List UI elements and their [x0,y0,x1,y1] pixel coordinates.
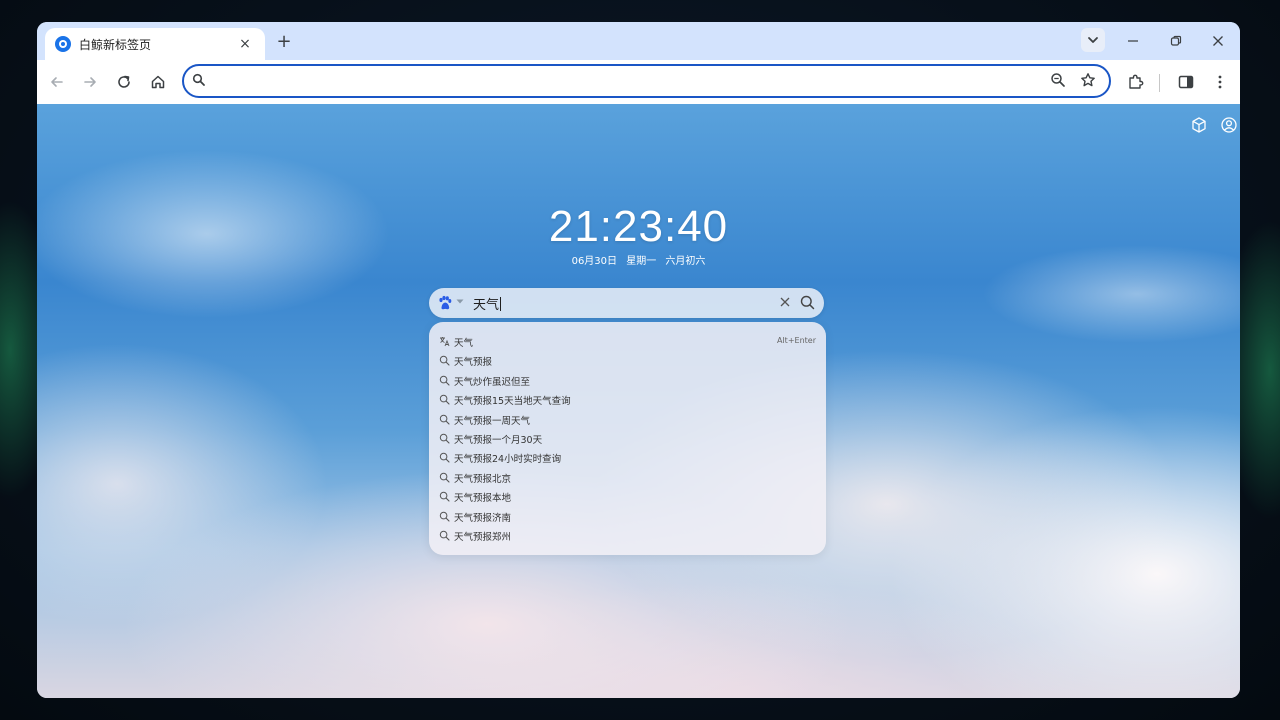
tab-title: 白鲸新标签页 [79,37,152,52]
suggestion-text: 天气预报本地 [454,493,512,505]
new-tab-button[interactable]: + [273,30,295,52]
search-icon [439,511,450,522]
suggestion-item[interactable]: 天气炒作虽迟但至 [429,372,826,390]
search-icon [439,394,450,405]
new-tab-page: 21:23:40 06月30日 星期一 六月初六 天气 天气 Alt+Enter… [37,104,1240,698]
tab-search-dropdown-button[interactable] [1081,28,1105,52]
suggestion-text: 天气预报一个月30天 [454,435,543,446]
suggestion-item[interactable]: 天气预报郑州 [429,527,826,545]
suggestion-item[interactable]: 天气预报 [429,352,826,370]
suggestion-item[interactable]: 天气预报一个月30天 [429,430,826,448]
suggestion-text: 天气预报 [454,357,493,369]
date-line: 06月30日 星期一 六月初六 [37,252,1240,267]
user-account-icon[interactable] [1220,116,1238,134]
suggestion-item[interactable]: 天气预报济南 [429,508,826,526]
search-query[interactable]: 天气 [473,294,502,313]
suggestion-item[interactable]: 天气预报24小时实时查询 [429,449,826,467]
search-query-text: 天气 [473,298,500,313]
date-weekday: 星期一 [626,256,657,267]
search-suggestions: 天气 Alt+Enter 天气预报天气炒作虽迟但至天气预报15天当地天气查询 天气预报… [429,322,826,555]
suggestion-item[interactable]: 天气预报本地 [429,488,826,506]
date-day: 06月30日 [571,256,618,267]
search-icon [439,375,450,386]
cube-icon[interactable] [1190,116,1208,134]
tab-strip: 白鲸新标签页 × + [37,22,1240,60]
search-icon [439,472,450,483]
search-icon [192,73,205,86]
toolbar-separator [1159,74,1160,92]
suggestion-text: 天气预报24小时实时查询 [454,454,562,466]
address-input[interactable] [214,70,1038,94]
baidu-paw-icon[interactable] [437,295,453,311]
extensions-button[interactable] [1122,68,1150,96]
chevron-down-icon [1088,37,1098,43]
home-icon [151,75,165,89]
close-window-button[interactable] [1203,28,1233,54]
engine-dropdown-caret-icon[interactable] [456,299,464,305]
restore-button[interactable] [1161,28,1191,54]
suggestion-item[interactable]: 天气预报北京 [429,469,826,487]
suggestion-item[interactable]: 天气预报一周天气 [429,411,826,429]
search-icon [439,453,450,463]
search-box[interactable]: 天气 [429,288,824,318]
browser-toolbar [37,60,1240,104]
suggestion-text: 天气 [454,338,474,349]
text-cursor [500,297,502,311]
restore-icon [1170,35,1182,46]
minimize-button[interactable] [1118,28,1148,54]
date-lunar: 六月初六 [665,256,706,267]
browser-window: 白鲸新标签页 × + 21:23:40 06月30日 星期一 六月初六 天气 天… [37,22,1240,698]
forward-button[interactable] [76,68,104,96]
suggestion-text: 天气预报15天当地天气查询 [454,396,571,408]
search-icon [439,433,450,444]
suggestion-text: 天气预报郑州 [454,532,512,543]
search-icon[interactable] [800,295,815,310]
address-bar[interactable] [182,64,1111,98]
search-icon [439,491,450,502]
tab-close-button[interactable]: × [235,34,255,54]
home-button[interactable] [144,68,172,96]
clear-icon[interactable] [779,296,791,308]
puzzle-icon [1129,74,1144,89]
minimize-icon [1128,40,1138,42]
suggestion-item[interactable]: 天气预报15天当地天气查询 [429,391,826,409]
suggestion-text: 天气预报一周天气 [454,415,531,427]
reload-button[interactable] [110,68,138,96]
search-icon [439,530,450,541]
side-panel-icon [1178,75,1194,89]
bookmark-star-icon[interactable] [1080,72,1096,88]
arrow-left-icon [51,77,63,87]
suggestion-text: 天气预报济南 [454,512,512,524]
close-icon [1213,36,1223,46]
menu-button[interactable] [1206,68,1234,96]
reload-icon [118,75,130,88]
search-icon [439,356,450,366]
clock: 21:23:40 [548,202,729,251]
arrow-right-icon [84,77,96,87]
more-vertical-icon [1218,75,1222,89]
translate-icon [440,337,450,347]
tab-favicon-icon [55,36,71,52]
suggestion-shortcut: Alt+Enter [776,336,816,345]
search-icon [439,414,450,425]
suggestion-text: 天气预报北京 [454,473,512,485]
suggestion-item[interactable]: 天气 Alt+Enter [429,333,826,351]
tab-new-tab-page[interactable]: 白鲸新标签页 × [45,28,265,60]
suggestion-text: 天气炒作虽迟但至 [454,376,531,388]
zoom-icon[interactable] [1050,72,1066,88]
side-panel-button[interactable] [1172,68,1200,96]
back-button[interactable] [43,68,71,96]
